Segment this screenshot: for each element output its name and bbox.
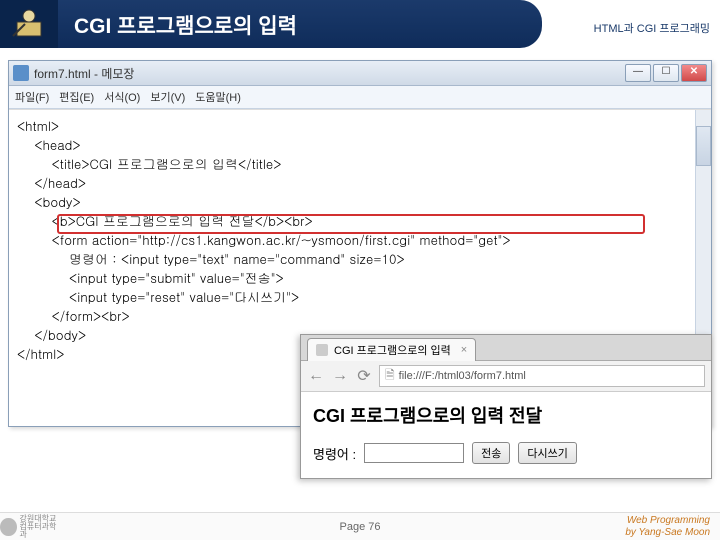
scroll-thumb[interactable] [696,126,711,166]
favicon-icon [316,344,328,356]
form-label: 명령어 : [313,444,356,463]
maximize-button[interactable]: ☐ [653,64,679,82]
reset-button[interactable]: 다시쓰기 [518,442,576,464]
code-line: </html> [17,344,64,363]
url-bar[interactable]: 🗎 file:///F:/html03/form7.html [379,365,705,387]
minimize-button[interactable]: — [625,64,651,82]
tab-title: CGI 프로그램으로의 입력 [334,342,451,358]
submit-button[interactable]: 전송 [472,442,510,464]
menu-file[interactable]: 파일(F) [15,89,49,105]
code-line: <html> [17,116,59,135]
code-line: </body> [17,325,86,344]
notepad-titlebar: form7.html - 메모장 — ☐ ✕ [9,61,711,86]
code-line: 명령어 : <input type="text" name="command" … [17,249,405,268]
notepad-app-icon [13,65,29,81]
credit: Web Programming by Yang-Sae Moon [625,515,710,539]
code-line: <input type="reset" value="다시쓰기"> [17,287,299,306]
code-line: <head> [17,135,81,154]
university-logo: 강원대학교 컴퓨터과학과 [0,515,60,539]
browser-tab[interactable]: CGI 프로그램으로의 입력 × [307,338,476,361]
window-buttons: — ☐ ✕ [625,64,707,82]
code-line: <input type="submit" value="전송"> [17,268,284,287]
logo-icon [0,518,17,536]
file-icon: 🗎 [385,366,395,387]
cgi-form: 명령어 : 전송 다시쓰기 [313,442,699,464]
close-button[interactable]: ✕ [681,64,707,82]
back-icon[interactable]: ← [307,367,325,385]
tab-close-icon[interactable]: × [461,344,467,356]
notepad-title: form7.html - 메모장 [34,65,625,82]
code-line: <body> [17,192,81,211]
highlight-annotation [57,214,645,234]
code-line: </form><br> [17,306,130,325]
page-heading: CGI 프로그램으로의 입력 전달 [313,402,699,428]
url-text: file:///F:/html03/form7.html [399,370,526,382]
logo-text: 강원대학교 컴퓨터과학과 [20,515,61,539]
menu-help[interactable]: 도움말(H) [195,89,241,105]
browser-tabbar: CGI 프로그램으로의 입력 × [301,335,711,361]
code-line: </head> [17,173,86,192]
header-icon [0,0,58,48]
slide-header: CGI 프로그램으로의 입력 HTML과 CGI 프로그래밍 [0,0,720,48]
page-number: Page 76 [340,521,381,533]
command-input[interactable] [364,443,464,463]
reload-icon[interactable]: ⟳ [355,366,373,386]
slide-footer: 강원대학교 컴퓨터과학과 Page 76 Web Programming by … [0,512,720,540]
browser-window: CGI 프로그램으로의 입력 × ← → ⟳ 🗎 file:///F:/html… [300,334,712,479]
browser-content: CGI 프로그램으로의 입력 전달 명령어 : 전송 다시쓰기 [301,392,711,478]
browser-toolbar: ← → ⟳ 🗎 file:///F:/html03/form7.html [301,361,711,392]
notepad-menubar: 파일(F) 편집(E) 서식(O) 보기(V) 도움말(H) [9,86,711,109]
forward-icon[interactable]: → [331,367,349,385]
menu-format[interactable]: 서식(O) [104,89,140,105]
slide-subtitle: HTML과 CGI 프로그래밍 [594,20,710,36]
menu-edit[interactable]: 편집(E) [59,89,94,105]
code-line: <title>CGI 프로그램으로의 입력</title> [17,154,281,173]
menu-view[interactable]: 보기(V) [150,89,185,105]
slide-title: CGI 프로그램으로의 입력 [58,0,542,48]
